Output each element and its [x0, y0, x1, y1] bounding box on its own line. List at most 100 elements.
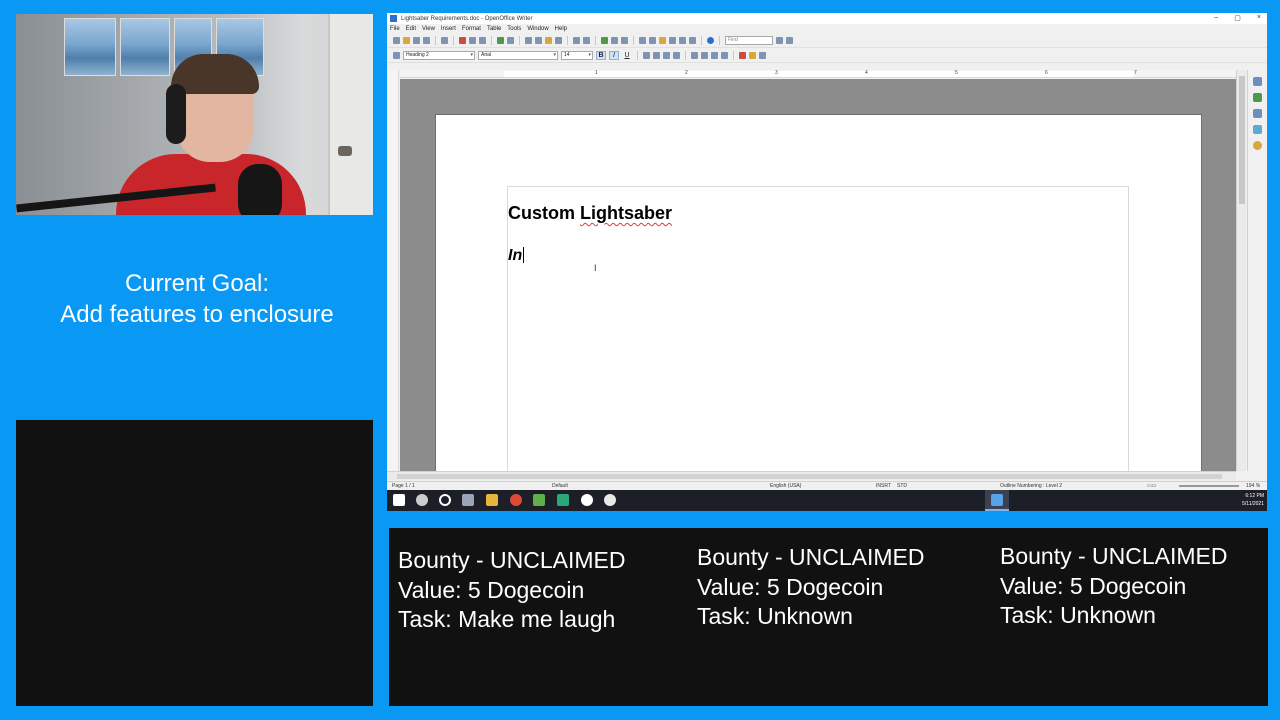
- zoom-level[interactable]: 194 %: [1246, 483, 1260, 489]
- clone-format-icon[interactable]: [555, 36, 562, 44]
- show-draw-icon[interactable]: [621, 36, 628, 44]
- ruler-mark: 2: [685, 70, 688, 76]
- obs-icon[interactable]: [581, 494, 593, 506]
- scrollbar-thumb[interactable]: [1239, 76, 1245, 204]
- page-indicator[interactable]: Page 1 / 1: [392, 483, 415, 489]
- menu-edit[interactable]: Edit: [406, 26, 416, 32]
- help-icon[interactable]: [707, 36, 714, 44]
- spellcheck-icon[interactable]: [497, 36, 504, 44]
- zoom-slider[interactable]: [1179, 485, 1239, 487]
- table-icon[interactable]: [611, 36, 618, 44]
- decrease-indent-icon[interactable]: [711, 51, 718, 59]
- underline-button[interactable]: U: [622, 52, 632, 59]
- task-view-icon[interactable]: [462, 494, 474, 506]
- italic-button[interactable]: I: [609, 50, 619, 60]
- nonprinting-chars-icon[interactable]: [679, 36, 686, 44]
- increase-indent-icon[interactable]: [721, 51, 728, 59]
- find-input[interactable]: Find: [725, 35, 773, 45]
- find-replace-icon[interactable]: [639, 36, 646, 44]
- background-color-icon[interactable]: [759, 51, 766, 59]
- menu-help[interactable]: Help: [555, 26, 567, 32]
- align-left-icon[interactable]: [643, 51, 650, 59]
- find-next-icon[interactable]: [776, 36, 783, 44]
- search-icon[interactable]: [416, 494, 428, 506]
- paragraph-style-select[interactable]: Heading 2 ▾: [403, 50, 475, 60]
- styles-icon[interactable]: [393, 51, 400, 59]
- microphone: [238, 164, 282, 215]
- start-icon[interactable]: [393, 494, 405, 506]
- view-layout-icon[interactable]: ▭▭: [1147, 483, 1156, 489]
- page-style[interactable]: Default: [552, 483, 568, 489]
- highlight-icon[interactable]: [749, 51, 756, 59]
- print-preview-icon[interactable]: [479, 36, 486, 44]
- menu-format[interactable]: Format: [462, 26, 481, 32]
- data-sources-icon[interactable]: [669, 36, 676, 44]
- bold-button[interactable]: B: [596, 50, 606, 60]
- email-icon[interactable]: [423, 36, 430, 44]
- undo-icon[interactable]: [573, 36, 580, 44]
- toolbar-separator: [685, 50, 686, 60]
- toolbar-separator: [435, 35, 436, 45]
- document-area[interactable]: Custom Lightsaber In I: [400, 79, 1236, 471]
- vertical-scrollbar[interactable]: [1236, 70, 1246, 471]
- hyperlink-icon[interactable]: [601, 36, 608, 44]
- bullets-icon[interactable]: [701, 51, 708, 59]
- font-name-select[interactable]: Arial ▾: [478, 50, 558, 60]
- scrollbar-thumb[interactable]: [397, 474, 1222, 479]
- menu-view[interactable]: View: [422, 26, 435, 32]
- properties-icon[interactable]: [1253, 77, 1262, 86]
- align-center-icon[interactable]: [653, 51, 660, 59]
- new-icon[interactable]: [393, 36, 400, 44]
- open-icon[interactable]: [403, 36, 410, 44]
- document-page[interactable]: Custom Lightsaber In I: [436, 115, 1201, 471]
- find-previous-icon[interactable]: [786, 36, 793, 44]
- menu-table[interactable]: Table: [487, 26, 501, 32]
- misspelled-word: Lightsaber: [580, 203, 673, 223]
- cortana-icon[interactable]: [439, 494, 451, 506]
- maximize-button[interactable]: ▢: [1234, 14, 1241, 22]
- horizontal-scrollbar[interactable]: [387, 471, 1236, 480]
- menu-window[interactable]: Window: [527, 26, 548, 32]
- app-icon[interactable]: [557, 494, 569, 506]
- app-icon[interactable]: [533, 494, 545, 506]
- close-button[interactable]: ×: [1257, 14, 1261, 22]
- cut-icon[interactable]: [525, 36, 532, 44]
- copy-icon[interactable]: [535, 36, 542, 44]
- gallery-panel-icon[interactable]: [1253, 109, 1262, 118]
- font-size-select[interactable]: 14 ▾: [561, 50, 593, 60]
- file-explorer-icon[interactable]: [486, 494, 498, 506]
- minimize-button[interactable]: –: [1214, 14, 1218, 22]
- functions-icon[interactable]: [1253, 141, 1262, 150]
- menu-insert[interactable]: Insert: [441, 26, 456, 32]
- redo-icon[interactable]: [583, 36, 590, 44]
- styles-panel-icon[interactable]: [1253, 93, 1262, 102]
- selection-mode[interactable]: STD: [897, 483, 907, 489]
- edit-file-icon[interactable]: [441, 36, 448, 44]
- language-indicator[interactable]: English (USA): [770, 483, 801, 489]
- navigator-icon[interactable]: [649, 36, 656, 44]
- paste-icon[interactable]: [545, 36, 552, 44]
- empty-panel: [16, 420, 373, 706]
- autospellcheck-icon[interactable]: [507, 36, 514, 44]
- menu-tools[interactable]: Tools: [507, 26, 521, 32]
- chrome-icon[interactable]: [510, 494, 522, 506]
- navigator-panel-icon[interactable]: [1253, 125, 1262, 134]
- openoffice-icon[interactable]: [991, 494, 1003, 506]
- system-clock[interactable]: 6:12 PM 5/11/2021: [1242, 492, 1264, 508]
- save-icon[interactable]: [413, 36, 420, 44]
- gallery-icon[interactable]: [659, 36, 666, 44]
- print-icon[interactable]: [469, 36, 476, 44]
- menu-file[interactable]: File: [390, 26, 400, 32]
- document-paragraph[interactable]: In: [508, 247, 525, 265]
- vertical-ruler[interactable]: [387, 70, 399, 472]
- export-pdf-icon[interactable]: [459, 36, 466, 44]
- insert-mode[interactable]: INSRT: [876, 483, 891, 489]
- app-icon[interactable]: [604, 494, 616, 506]
- align-right-icon[interactable]: [663, 51, 670, 59]
- zoom-icon[interactable]: [689, 36, 696, 44]
- justify-icon[interactable]: [673, 51, 680, 59]
- numbering-icon[interactable]: [691, 51, 698, 59]
- font-color-icon[interactable]: [739, 51, 746, 59]
- document-heading[interactable]: Custom Lightsaber: [508, 203, 672, 224]
- horizontal-ruler[interactable]: 1 2 3 4 5 6 7: [400, 70, 1236, 78]
